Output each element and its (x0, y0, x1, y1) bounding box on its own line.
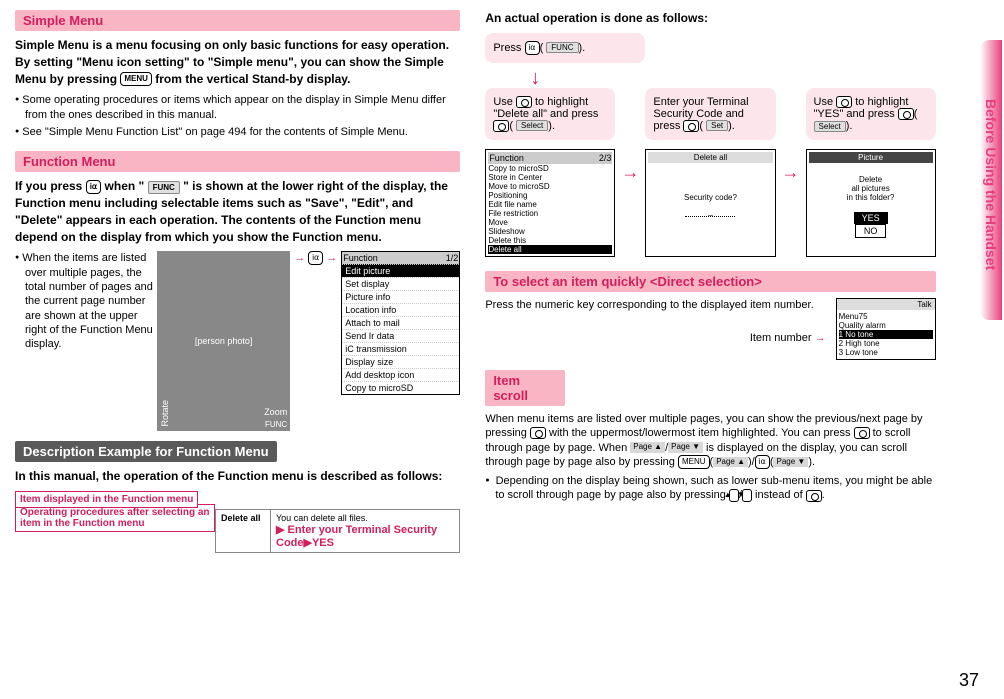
item-scroll-header: Item scroll (485, 370, 565, 406)
function-panel-2: Function 2/3 Copy to microSD Store in Ce… (485, 149, 615, 257)
func-label: FUNC (265, 420, 287, 429)
nav-key-icon (806, 490, 822, 502)
simple-menu-intro: Simple Menu is a menu focusing on only b… (15, 37, 460, 87)
center-key-icon (493, 120, 509, 132)
function-menu-header: Function Menu (15, 151, 460, 172)
func-item: Set display (342, 277, 459, 290)
select-label-icon: Select (814, 121, 846, 132)
function-menu-intro: If you press i⍺ when " FUNC " is shown a… (15, 178, 460, 245)
yes-option: YES (854, 212, 888, 224)
func-item: Add desktop icon (342, 368, 459, 381)
select-label-icon: Select (516, 120, 548, 131)
label-operating-procedures: Operating procedures after selecting an … (15, 504, 215, 532)
func-panel-page: 1/2 (446, 253, 459, 263)
no-option: NO (855, 224, 887, 238)
nav-key-icon (530, 427, 546, 439)
func-label-icon: FUNC (148, 181, 180, 194)
desc-col2-text: You can delete all files. (276, 513, 454, 523)
func-item: Attach to mail (342, 316, 459, 329)
confirm-panel: Picture Delete all pictures in this fold… (806, 149, 936, 257)
step-enter-code: Enter your Terminal Security Code and pr… (645, 88, 775, 140)
nav-key-icon (516, 96, 532, 108)
page-up-icon: Page ▲ (713, 457, 748, 467)
rotate-label: Rotate (160, 400, 170, 427)
desc-col-delete-all: Delete all (216, 510, 271, 553)
direct-selection-text: Press the numeric key corresponding to t… (485, 298, 825, 312)
step-confirm-yes: Use to highlight "YES" and press ( Selec… (806, 88, 936, 140)
page-number: 37 (959, 670, 979, 691)
arrow-icon: → (621, 88, 639, 257)
func-item: Edit picture (342, 264, 459, 277)
func-item: iC transmission (342, 342, 459, 355)
desc-example-intro: In this manual, the operation of the Fun… (15, 468, 460, 485)
arrow-icon: → (294, 252, 305, 264)
desc-col2-steps: ▶ Enter your Terminal Security Code▶YES (276, 523, 454, 549)
arrow-icon: → (326, 252, 337, 264)
step-highlight-delete: Use to highlight "Delete all" and press … (485, 88, 615, 140)
center-key-icon (683, 120, 699, 132)
ia-button-icon: i⍺ (525, 41, 540, 55)
down-arrow-icon: ↓ (530, 68, 935, 88)
zoom-label: Zoom (264, 407, 287, 417)
talk-menu-panel: Talk Menu75 Quality alarm 1 No tone 2 Hi… (836, 298, 936, 360)
func-panel-title: Function (343, 253, 378, 263)
security-code-panel: Delete all Security code? _ (645, 149, 775, 257)
func-item: Display size (342, 355, 459, 368)
ia-button-icon: i⍺ (755, 455, 770, 469)
item-scroll-text: When menu items are listed over multiple… (485, 412, 935, 469)
func-item: Copy to microSD (342, 381, 459, 394)
arrow-icon: → (782, 88, 800, 257)
func-label-icon: FUNC (546, 42, 578, 53)
left-column: Simple Menu Simple Menu is a menu focusi… (15, 10, 475, 689)
item-number-label: Item number → (485, 332, 825, 344)
ia-button-icon: i⍺ (86, 180, 102, 194)
menu-button-icon: MENU (120, 72, 152, 86)
menu-button-icon: MENU (678, 455, 710, 469)
center-key-icon (898, 108, 914, 120)
set-label-icon: Set (706, 120, 728, 131)
right-column: An actual operation is done as follows: … (475, 10, 935, 689)
function-menu-panel: Function 1/2 Edit picture Set display Pi… (341, 251, 460, 395)
nav-key-icon (854, 427, 870, 439)
page-down-icon: Page ▼ (773, 457, 808, 467)
nav-key-icon (836, 96, 852, 108)
simple-menu-bullet-1: Some operating procedures or items which… (15, 93, 460, 122)
actual-operation-header: An actual operation is done as follows: (485, 10, 935, 27)
simple-menu-header: Simple Menu (15, 10, 460, 31)
down-key-icon: ▼ (742, 489, 752, 501)
item-scroll-bullet: Depending on the display being shown, su… (485, 474, 935, 503)
direct-selection-header: To select an item quickly <Direct select… (485, 271, 935, 292)
side-tab: Before Using the Handset (980, 40, 1002, 320)
page-down-icon: Page ▼ (668, 442, 703, 452)
func-item: Picture info (342, 290, 459, 303)
page-up-icon: Page ▲ (630, 442, 665, 452)
photo-preview-placeholder: [person photo] Rotate Zoom FUNC (157, 251, 290, 431)
ia-button-icon: i⍺ (308, 251, 323, 265)
desc-example-header: Description Example for Function Menu (15, 441, 277, 462)
label-item-displayed: Item displayed in the Function menu (15, 491, 198, 508)
step-press: Press i⍺( FUNC). (485, 33, 645, 63)
simple-menu-bullet-2: See "Simple Menu Function List" on page … (15, 125, 460, 139)
function-menu-bullet-1: When the items are listed over multiple … (15, 251, 153, 351)
func-item: Send Ir data (342, 329, 459, 342)
func-item: Location info (342, 303, 459, 316)
